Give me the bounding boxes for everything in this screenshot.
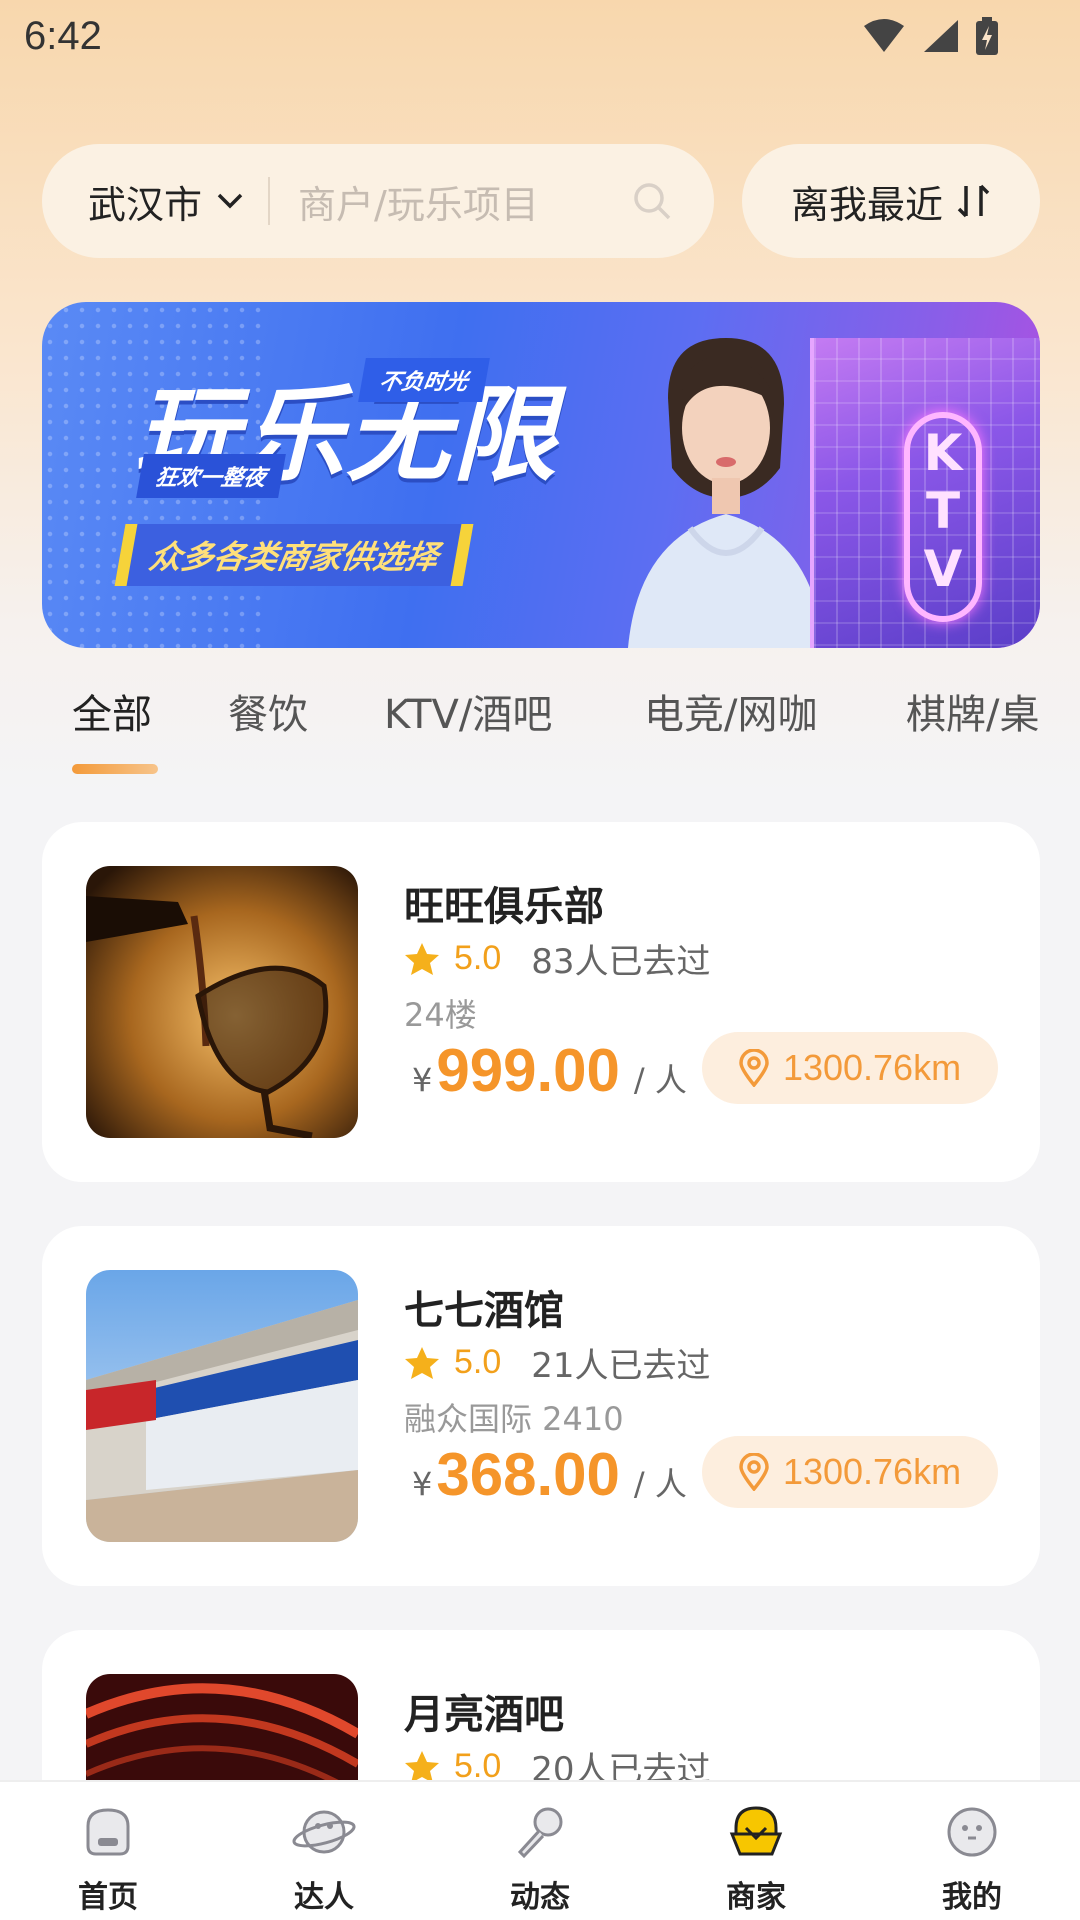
tab-esports-cafe[interactable]: 电竞/网咖 [644,682,817,740]
status-bar: 6:42 [0,0,1080,76]
distance-badge: 1300.76km [702,1436,998,1508]
visit-count: 21人已去过 [531,1346,711,1386]
search-icon[interactable] [632,181,672,221]
merchant-card[interactable]: 旺旺俱乐部 5.0 83人已去过 24楼 ¥ 999.00 / 人 1300.7… [42,822,1040,1182]
planet-icon [292,1810,356,1854]
merchant-thumbnail [86,1270,358,1542]
distance-badge: 1300.76km [702,1032,998,1104]
price-row: ¥ 999.00 / 人 [404,1036,687,1105]
sort-nearest-button[interactable]: 离我最近 [742,144,1040,258]
nav-merchants[interactable]: 商家 [648,1782,864,1920]
star-icon [405,942,439,975]
microphone-icon [517,1807,563,1859]
chevron-down-icon [217,193,243,209]
search-input[interactable]: 商户/玩乐项目 [298,174,632,229]
nav-profile[interactable]: 我的 [864,1782,1080,1920]
merchant-name: 旺旺俱乐部 [404,884,604,930]
price-row: ¥ 368.00 / 人 [404,1440,687,1509]
status-time: 6:42 [24,14,102,58]
model-illustration [628,338,824,648]
banner-tag: 不负时光 [358,358,490,402]
nav-feed[interactable]: 动态 [432,1782,648,1920]
nav-label: 动态 [510,1880,570,1915]
active-tab-indicator [72,764,158,774]
ktv-sign: KTV [904,412,982,622]
nav-label: 商家 [726,1880,786,1915]
tab-board-games[interactable]: 棋牌/桌 [906,682,1039,740]
nav-home[interactable]: 首页 [0,1782,216,1920]
merchant-name: 七七酒馆 [404,1288,564,1334]
merchant-thumbnail [86,866,358,1138]
price-unit: / 人 [633,1061,687,1099]
currency-symbol: ¥ [412,1465,433,1503]
location-pin-icon [739,1453,769,1491]
nav-influencers[interactable]: 达人 [216,1782,432,1920]
search-bar: 武汉市 商户/玩乐项目 [42,144,714,258]
sort-label: 离我最近 [790,182,943,227]
promo-banner[interactable]: 玩乐无限 不负时光 狂欢一整夜 众多各类商家供选择 KTV [42,302,1040,648]
price-unit: / 人 [633,1465,687,1503]
distance-value: 1300.76km [782,1047,962,1088]
location-pin-icon [739,1049,769,1087]
banner-tag: 狂欢一整夜 [136,454,286,498]
bottom-navigation: 首页 达人 动态 商家 我的 [0,1780,1080,1920]
tab-all[interactable]: 全部 [72,682,152,740]
city-label: 武汉市 [88,182,203,227]
city-selector[interactable]: 武汉市 [42,174,244,229]
battery-icon [976,17,998,55]
sort-icon [957,184,990,218]
search-divider [268,177,271,225]
star-icon [405,1750,439,1783]
merchant-address: 24楼 [404,996,477,1034]
merchant-name: 月亮酒吧 [404,1692,564,1738]
home-icon [86,1808,130,1856]
wifi-icon [864,19,904,52]
star-icon [405,1346,439,1379]
category-tabs: 全部 餐饮 KTV/酒吧 电竞/网咖 棋牌/桌 [0,682,1080,772]
tab-dining[interactable]: 餐饮 [228,682,308,740]
currency-symbol: ¥ [412,1061,433,1099]
banner-subtitle: 众多各类商家供选择 [114,524,474,586]
rating-row: 5.0 21人已去过 [404,1338,711,1387]
nav-label: 我的 [942,1880,1002,1915]
price-value: 999.00 [436,1037,620,1104]
merchant-address: 融众国际 2410 [404,1400,624,1438]
rating-value: 5.0 [454,1343,502,1381]
merchant-icon [729,1806,783,1856]
rating-row: 5.0 83人已去过 [404,934,711,983]
signal-icon [924,20,958,52]
profile-face-icon [947,1807,997,1857]
visit-count: 83人已去过 [531,942,711,982]
nav-label: 达人 [294,1880,354,1915]
rating-value: 5.0 [454,939,502,977]
price-value: 368.00 [436,1441,620,1508]
nav-label: 首页 [78,1880,138,1915]
merchant-card[interactable]: 七七酒馆 5.0 21人已去过 融众国际 2410 ¥ 368.00 / 人 1… [42,1226,1040,1586]
status-icons [862,16,1000,56]
distance-value: 1300.76km [782,1451,962,1492]
tab-ktv-bar[interactable]: KTV/酒吧 [384,682,552,740]
